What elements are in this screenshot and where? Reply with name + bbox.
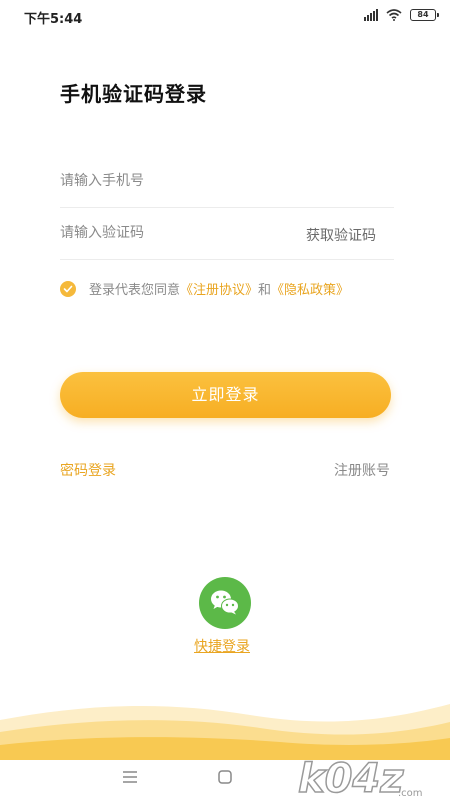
wechat-login-button[interactable] xyxy=(199,577,251,629)
watermark-logo: k04z .com xyxy=(297,755,423,800)
quick-login-link[interactable]: 快捷登录 xyxy=(194,636,250,656)
wechat-icon xyxy=(211,590,239,615)
status-time: 下午5:44 xyxy=(24,12,83,27)
signal-icon xyxy=(364,9,378,21)
menu-icon[interactable] xyxy=(122,770,138,784)
phone-field-row xyxy=(60,156,394,208)
agreement: 登录代表您同意 《注册协议》 和 《隐私政策》 xyxy=(60,279,349,298)
terms-link[interactable]: 《注册协议》 xyxy=(180,279,258,298)
get-code-button[interactable]: 获取验证码 xyxy=(306,225,376,245)
agreement-checkbox[interactable] xyxy=(60,280,76,297)
status-bar: 下午5:44 84 xyxy=(0,0,450,34)
password-login-link[interactable]: 密码登录 xyxy=(60,460,116,480)
verification-code-input[interactable] xyxy=(60,208,280,258)
phone-input[interactable] xyxy=(60,156,280,206)
agreement-text: 登录代表您同意 xyxy=(89,283,181,298)
home-icon[interactable] xyxy=(218,770,232,784)
status-icons: 84 xyxy=(364,9,439,21)
privacy-link[interactable]: 《隐私政策》 xyxy=(271,279,349,298)
agreement-conjunction: 和 xyxy=(258,283,272,298)
svg-text:k04z: k04z xyxy=(298,756,404,800)
login-button[interactable]: 立即登录 xyxy=(60,372,391,418)
code-field-row: 获取验证码 xyxy=(60,208,394,260)
svg-text:.com: .com xyxy=(398,788,423,799)
page-title: 手机验证码登录 xyxy=(60,82,207,106)
login-screen: 下午5:44 84 手机验证码登录 获取验证码 登录代表您同意 xyxy=(0,0,450,800)
register-link[interactable]: 注册账号 xyxy=(334,460,390,480)
check-icon xyxy=(63,285,73,292)
wifi-icon xyxy=(386,9,402,21)
battery-icon: 84 xyxy=(410,9,439,21)
